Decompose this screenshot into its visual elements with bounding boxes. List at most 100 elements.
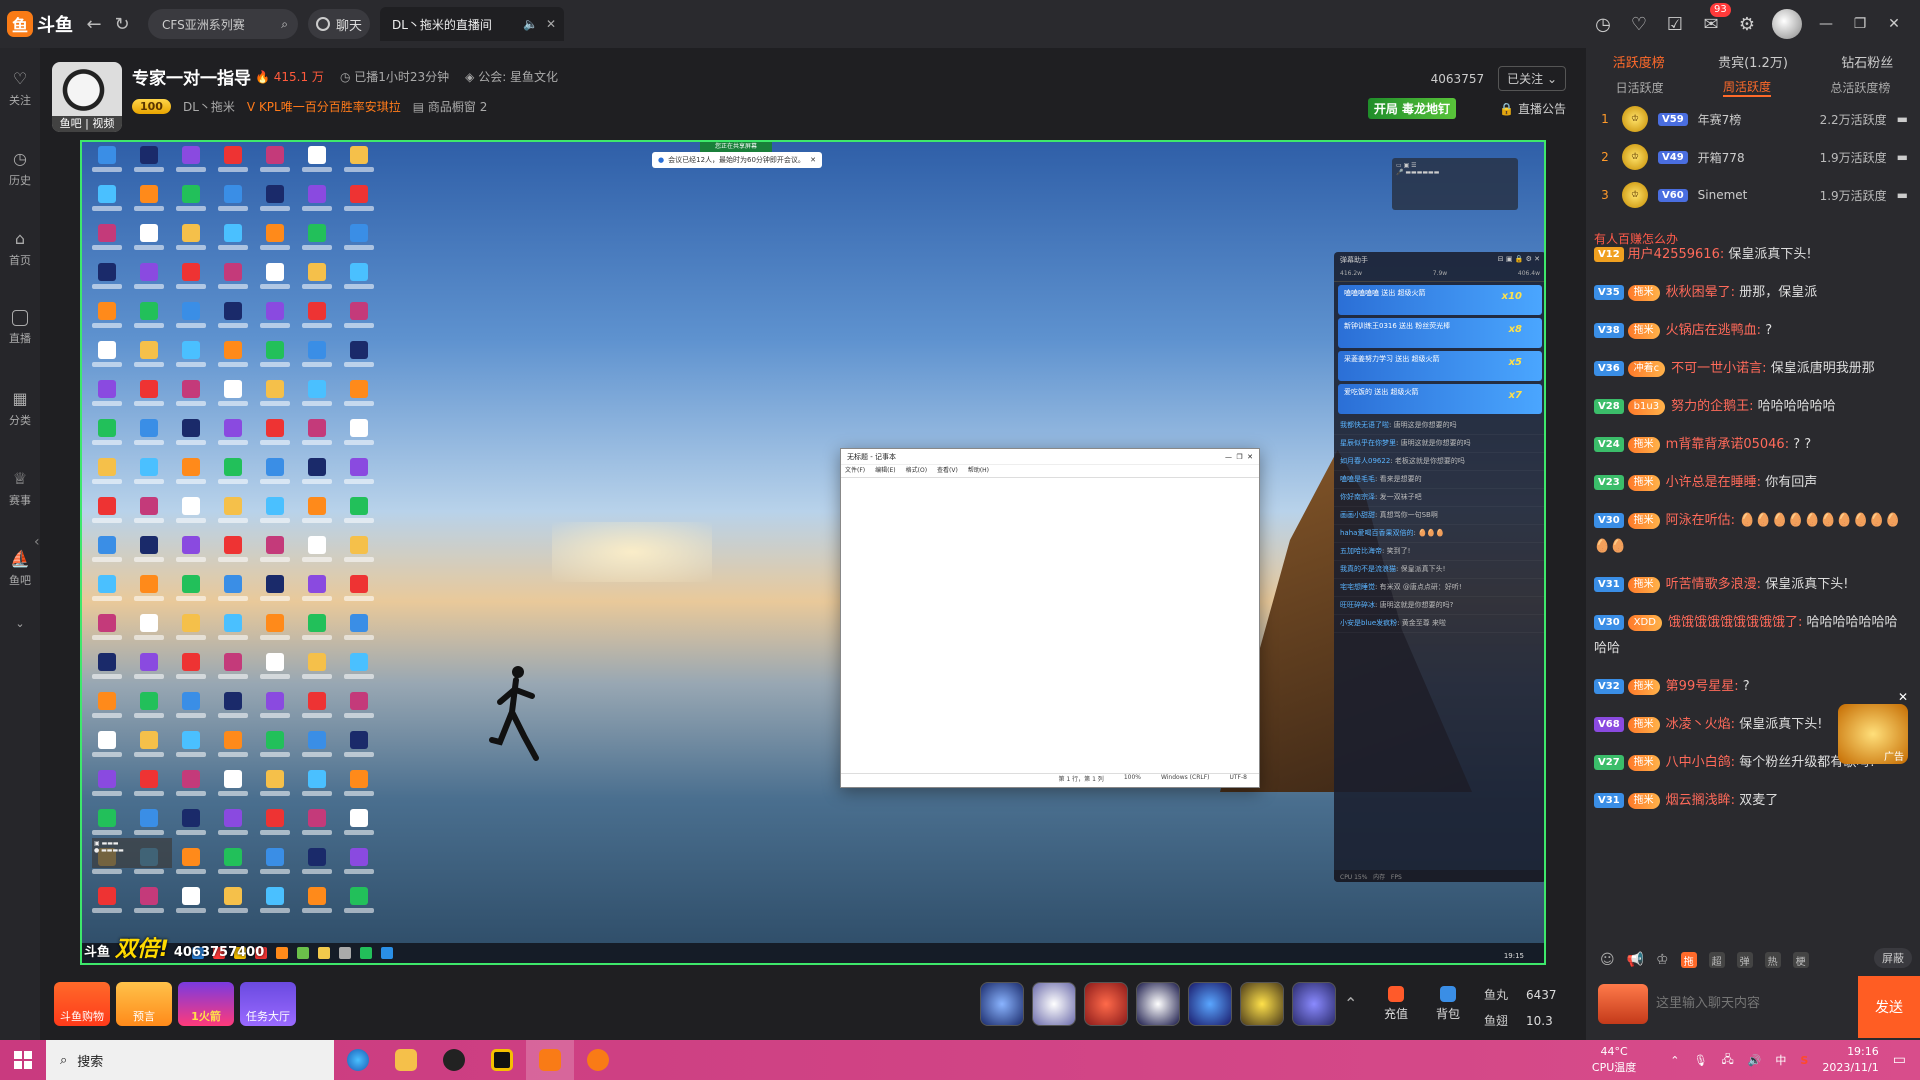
chat-message[interactable]: V23 拖米 小许总是在睡睡: 你有回声 [1586, 464, 1920, 502]
chat-message[interactable]: V28 b1u3 努力的企鹅王: 哈哈哈哈哈哈 [1586, 388, 1920, 426]
desktop-icon[interactable] [130, 380, 168, 416]
desktop-icon[interactable] [214, 575, 252, 611]
nav-item-events[interactable]: ♕ 赛事 [0, 448, 40, 528]
chat-user-name[interactable]: 努力的企鹅王: [1671, 399, 1753, 414]
history-icon[interactable]: ◷ [1592, 13, 1614, 35]
desktop-icon[interactable] [298, 887, 336, 923]
promo-shopping[interactable]: 斗鱼购物 [54, 982, 110, 1026]
desktop-icon[interactable] [256, 692, 294, 728]
chat-messages[interactable]: V12 用户42559616: 保皇派真下头! V35 拖米 秋秋困晕了: 册那，保皇派… [1586, 236, 1920, 894]
desktop-icon[interactable] [340, 575, 378, 611]
desktop-icon[interactable] [88, 575, 126, 611]
desktop-icon[interactable] [88, 458, 126, 494]
tool-meme[interactable]: 梗 [1792, 952, 1809, 968]
follow-button[interactable]: 已关注 ⌄ [1498, 66, 1566, 91]
desktop-icon[interactable] [214, 341, 252, 377]
crown-icon[interactable]: ♔ [1656, 952, 1669, 968]
desktop-icon[interactable] [88, 341, 126, 377]
desktop-icon[interactable] [214, 536, 252, 572]
desktop-icon[interactable] [340, 848, 378, 884]
desktop-icon[interactable] [340, 497, 378, 533]
desktop-icon[interactable] [298, 185, 336, 221]
desktop-icon[interactable] [214, 380, 252, 416]
desktop-icon[interactable] [88, 263, 126, 299]
desktop-icon[interactable] [214, 614, 252, 650]
desktop-icon[interactable] [214, 224, 252, 260]
chat-message[interactable]: V32 拖米 第99号星星: ? [1586, 668, 1920, 706]
shop-window[interactable]: ▤ 商品橱窗 2 [413, 98, 488, 115]
desktop-icon[interactable] [340, 614, 378, 650]
desktop-icon[interactable] [214, 770, 252, 806]
desktop-icon[interactable] [256, 809, 294, 845]
desktop-icon[interactable] [88, 614, 126, 650]
desktop-icon[interactable] [130, 146, 168, 182]
gift-expand-chevron-icon[interactable]: ⌃ [1344, 994, 1357, 1013]
tool-danmu[interactable]: 弹 [1736, 952, 1753, 968]
desktop-icon[interactable] [298, 302, 336, 338]
tool-super[interactable]: 超 [1708, 952, 1725, 968]
gift-icon[interactable] [1136, 982, 1180, 1026]
recharge-button[interactable]: 充值 [1384, 986, 1408, 1022]
tab-weekly[interactable]: 周活跃度 [1722, 78, 1771, 97]
desktop-icon[interactable] [256, 224, 294, 260]
desktop-icon[interactable] [298, 497, 336, 533]
desktop-icon[interactable] [88, 497, 126, 533]
desktop-icon[interactable] [130, 536, 168, 572]
fan-card-icon[interactable]: 拖 [1680, 952, 1697, 968]
ad-badge[interactable]: 广告 [1838, 704, 1908, 764]
desktop-icon[interactable] [88, 731, 126, 767]
desktop-icon[interactable] [298, 731, 336, 767]
desktop-icon[interactable] [340, 536, 378, 572]
desktop-icon[interactable] [340, 809, 378, 845]
refresh-icon[interactable]: ↻ [108, 10, 136, 38]
chat-user-name[interactable]: 听苦情歌多浪漫: [1666, 577, 1761, 592]
dmk-controls[interactable]: ⊟ ▣ 🔒 ⚙ ✕ [1498, 255, 1540, 265]
chat-user-name[interactable]: 不可一世小诺言: [1671, 361, 1766, 376]
desktop-icon[interactable] [172, 809, 210, 845]
chat-input[interactable] [1656, 982, 1846, 1022]
desktop-icon[interactable] [256, 380, 294, 416]
chat-message[interactable]: V36 冲着c 不可一世小诺言: 保皇派唐明我册那 [1586, 350, 1920, 388]
kpl-title[interactable]: V KPL唯一百分百胜率安琪拉 [247, 98, 401, 115]
desktop-icon[interactable] [256, 419, 294, 455]
desktop-icon[interactable] [172, 536, 210, 572]
tab-activity-rank[interactable]: 活跃度榜 [1613, 52, 1665, 71]
anchor-avatar[interactable]: 鱼吧 | 视频 [52, 62, 122, 132]
close-tab-icon[interactable]: ✕ [546, 17, 556, 31]
chat-user-name[interactable]: m背靠背承诺05046: [1666, 437, 1789, 452]
network-icon[interactable]: 🖧 [1721, 1051, 1733, 1070]
notepad-window-controls[interactable]: — ❐ ✕ [1225, 453, 1253, 461]
desktop-icon[interactable] [298, 419, 336, 455]
gift-icon[interactable] [1292, 982, 1336, 1026]
desktop-icon[interactable] [172, 848, 210, 884]
start-button[interactable] [0, 1040, 46, 1080]
minimize-icon[interactable]: — [1816, 16, 1836, 32]
desktop-icon[interactable] [172, 575, 210, 611]
desktop-icon[interactable] [256, 731, 294, 767]
desktop-icon[interactable] [130, 263, 168, 299]
desktop-icon[interactable] [214, 497, 252, 533]
desktop-icon[interactable] [130, 224, 168, 260]
desktop-icon[interactable] [130, 770, 168, 806]
desktop-icon[interactable] [214, 653, 252, 689]
user-avatar[interactable] [1772, 9, 1802, 39]
desktop-icon[interactable] [214, 731, 252, 767]
nav-item-home[interactable]: ⌂ 首页 [0, 208, 40, 288]
close-icon[interactable]: ✕ [810, 156, 816, 164]
desktop-icon[interactable] [256, 575, 294, 611]
douyu-taskbar-icon-2[interactable] [574, 1040, 622, 1080]
desktop-icon[interactable] [298, 575, 336, 611]
desktop-icon[interactable] [340, 302, 378, 338]
desktop-icon[interactable] [214, 458, 252, 494]
promo-task-hall[interactable]: 任务大厅 [240, 982, 296, 1026]
desktop-icon[interactable] [256, 887, 294, 923]
video-player[interactable]: 您正在共享屏幕 ● 会议已经12人，最始时为60分钟即开会议。 ✕ ▭ ▣ ☰ 🎤… [80, 140, 1546, 965]
desktop-icon[interactable] [298, 458, 336, 494]
desktop-icon[interactable] [88, 302, 126, 338]
chat-user-name[interactable]: 烟云搁浅眸: [1666, 793, 1735, 808]
megaphone-icon[interactable]: 📢 [1627, 952, 1644, 968]
rank-row[interactable]: 1 ♔ V59 年赛7榜 2.2万活跃度 ▬ [1586, 100, 1920, 138]
desktop-icon[interactable] [88, 380, 126, 416]
system-clock[interactable]: 19:16 2023/11/1 [1822, 1044, 1878, 1076]
desktop-icon[interactable] [256, 497, 294, 533]
